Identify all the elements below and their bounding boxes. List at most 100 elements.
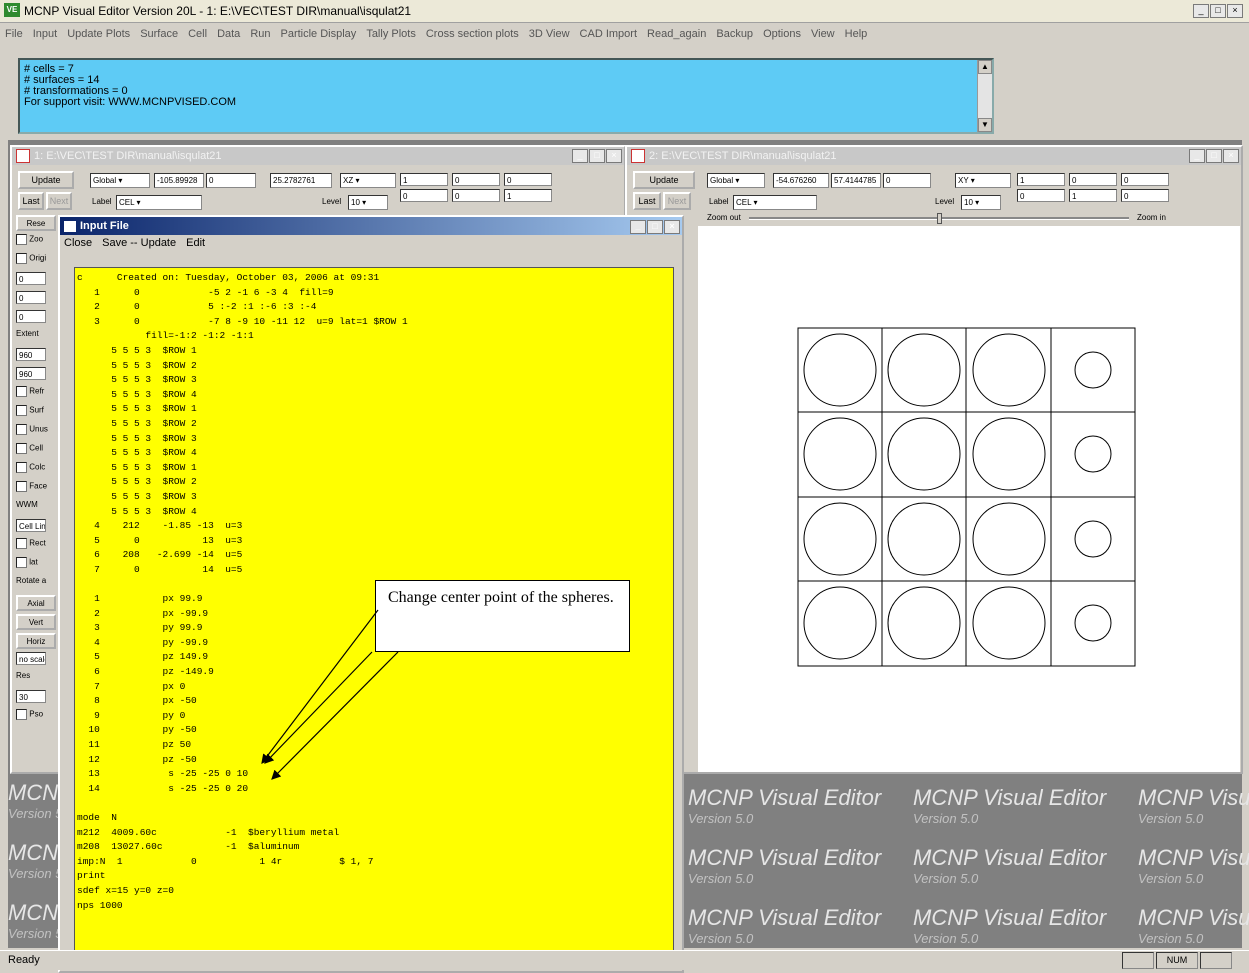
menu-item[interactable]: CAD Import (575, 28, 642, 40)
menu-item[interactable]: Tally Plots (361, 28, 421, 40)
side-checkbox[interactable]: Cell (16, 443, 56, 459)
coord-z-field[interactable]: 25.2782761 (270, 173, 332, 188)
minimize-button[interactable]: _ (1189, 149, 1205, 163)
coord-y-field[interactable]: 57.4144785 (831, 173, 881, 188)
maximize-button[interactable]: □ (1210, 4, 1226, 18)
next-button[interactable]: Next (663, 192, 691, 210)
menu-item[interactable]: Cross section plots (421, 28, 524, 40)
matrix-field[interactable]: 0 (452, 189, 500, 202)
menu-item[interactable]: Update Plots (62, 28, 135, 40)
scroll-up-icon[interactable]: ▲ (978, 60, 992, 74)
side-checkbox[interactable]: Face (16, 481, 56, 497)
side-input[interactable]: 0 (16, 291, 46, 304)
label-select[interactable]: CEL ▾ (116, 195, 202, 210)
checkbox-icon[interactable] (16, 481, 27, 492)
minimize-button[interactable]: _ (630, 220, 646, 234)
matrix-field[interactable]: 1 (504, 189, 552, 202)
coord-system-select[interactable]: Global ▾ (707, 173, 765, 188)
close-button[interactable]: × (606, 149, 622, 163)
checkbox-icon[interactable] (16, 386, 27, 397)
side-button[interactable]: Axial (16, 595, 56, 611)
side-field[interactable]: 30 (16, 690, 56, 706)
matrix-field[interactable]: 0 (504, 173, 552, 186)
side-field[interactable]: 960 (16, 367, 56, 383)
matrix-field[interactable]: 0 (1121, 189, 1169, 202)
checkbox-icon[interactable] (16, 405, 27, 416)
menu-item[interactable]: Backup (711, 28, 758, 40)
side-input[interactable]: 0 (16, 310, 46, 323)
checkbox-icon[interactable] (16, 443, 27, 454)
zoom-slider-thumb[interactable] (937, 213, 942, 224)
close-button[interactable]: × (664, 220, 680, 234)
side-input[interactable]: 960 (16, 367, 46, 380)
menu-close[interactable]: Close (64, 237, 92, 249)
menu-save-update[interactable]: Save -- Update (102, 237, 176, 249)
minimize-button[interactable]: _ (572, 149, 588, 163)
matrix-field[interactable]: 1 (1017, 173, 1065, 186)
matrix-field[interactable]: 1 (1069, 189, 1117, 202)
menu-edit[interactable]: Edit (186, 237, 205, 249)
close-button[interactable]: × (1227, 4, 1243, 18)
menu-item[interactable]: File (0, 28, 28, 40)
side-checkbox[interactable]: lat (16, 557, 56, 573)
input-file-text[interactable]: c Created on: Tuesday, October 03, 2006 … (77, 271, 408, 913)
menu-item[interactable]: Run (245, 28, 275, 40)
label-select[interactable]: CEL ▾ (733, 195, 817, 210)
side-checkbox[interactable]: Origi (16, 253, 56, 269)
side-checkbox[interactable]: Rect (16, 538, 56, 554)
checkbox-icon[interactable] (16, 557, 27, 568)
menu-item[interactable]: Particle Display (276, 28, 362, 40)
side-checkbox[interactable]: Surf (16, 405, 56, 421)
side-field[interactable]: Cell Line (16, 519, 56, 535)
zoom-slider[interactable] (749, 213, 1129, 224)
side-field[interactable]: 0 (16, 291, 56, 307)
menu-item[interactable]: Data (212, 28, 245, 40)
side-input[interactable]: 960 (16, 348, 46, 361)
checkbox-icon[interactable] (16, 234, 27, 245)
info-scrollbar[interactable]: ▲ ▼ (977, 60, 992, 132)
side-checkbox[interactable]: Colc (16, 462, 56, 478)
coord-x-field[interactable]: -54.676260 (773, 173, 829, 188)
minimize-button[interactable]: _ (1193, 4, 1209, 18)
checkbox-icon[interactable] (16, 462, 27, 473)
matrix-field[interactable]: 0 (1017, 189, 1065, 202)
maximize-button[interactable]: □ (1206, 149, 1222, 163)
side-checkbox[interactable]: Unus (16, 424, 56, 440)
side-input[interactable]: Cell Line (16, 519, 46, 532)
last-button[interactable]: Last (18, 192, 44, 210)
level-select[interactable]: 10 ▾ (348, 195, 388, 210)
side-input[interactable]: 30 (16, 690, 46, 703)
update-button[interactable]: Update (18, 171, 74, 189)
side-input[interactable]: 0 (16, 272, 46, 285)
side-field[interactable]: 0 (16, 310, 56, 326)
axis-select[interactable]: XZ ▾ (340, 173, 396, 188)
coord-y-field[interactable]: 0 (206, 173, 256, 188)
next-button[interactable]: Next (46, 192, 72, 210)
checkbox-icon[interactable] (16, 709, 27, 720)
menu-item[interactable]: Surface (135, 28, 183, 40)
level-select[interactable]: 10 ▾ (961, 195, 1001, 210)
checkbox-icon[interactable] (16, 253, 27, 264)
scroll-down-icon[interactable]: ▼ (978, 118, 992, 132)
maximize-button[interactable]: □ (647, 220, 663, 234)
last-button[interactable]: Last (633, 192, 661, 210)
side-button[interactable]: Horiz (16, 633, 56, 649)
checkbox-icon[interactable] (16, 538, 27, 549)
matrix-field[interactable]: 0 (1069, 173, 1117, 186)
menu-item[interactable]: Cell (183, 28, 212, 40)
side-input[interactable]: no scale (16, 652, 46, 665)
matrix-field[interactable]: 0 (452, 173, 500, 186)
menu-item[interactable]: Input (28, 28, 62, 40)
plot-canvas[interactable] (698, 226, 1240, 772)
matrix-field[interactable]: 0 (400, 189, 448, 202)
update-button[interactable]: Update (633, 171, 695, 189)
side-field[interactable]: 0 (16, 272, 56, 288)
side-field[interactable]: no scale (16, 652, 56, 668)
menu-item[interactable]: Read_again (642, 28, 711, 40)
coord-z-field[interactable]: 0 (883, 173, 931, 188)
coord-x-field[interactable]: -105.89928 (154, 173, 204, 188)
menu-item[interactable]: View (806, 28, 840, 40)
side-checkbox[interactable]: Refr (16, 386, 56, 402)
matrix-field[interactable]: 0 (1121, 173, 1169, 186)
matrix-field[interactable]: 1 (400, 173, 448, 186)
